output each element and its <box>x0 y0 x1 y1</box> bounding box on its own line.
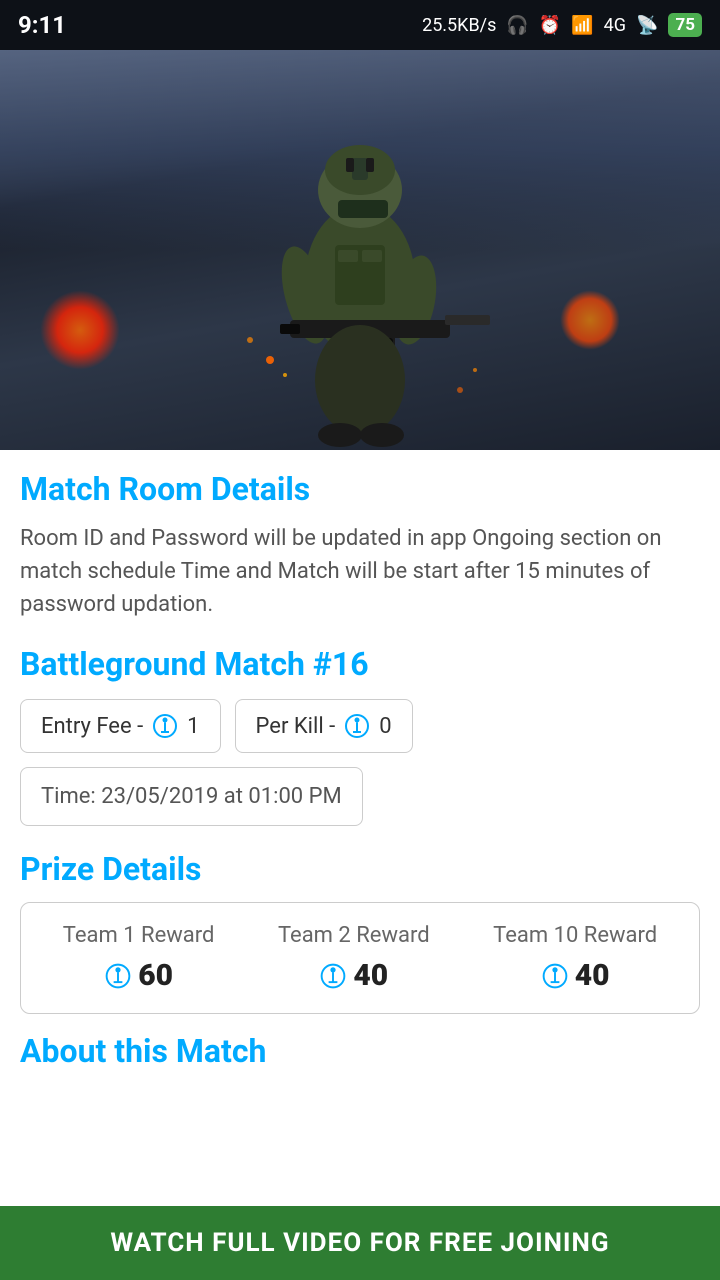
headphone-icon: 🎧 <box>506 15 528 36</box>
wifi-icon: 📡 <box>636 15 658 36</box>
per-kill-value: 0 <box>379 714 391 739</box>
match-room-title: Match Room Details <box>20 470 700 508</box>
hero-banner <box>0 50 720 450</box>
entry-fee-label: Entry Fee - <box>41 714 143 739</box>
team1-reward-amount: 60 <box>104 958 173 993</box>
prize-details-section: Prize Details Team 1 Reward 60 <box>20 850 700 1014</box>
battleground-match-section: Battleground Match #16 Entry Fee - 1 Per… <box>20 645 700 850</box>
watch-video-cta[interactable]: WATCH FULL VIDEO FOR FREE JOINING <box>0 1206 720 1280</box>
match-title: Battleground Match #16 <box>20 645 700 683</box>
team10-reward-amount: 40 <box>541 958 610 993</box>
team10-reward-label: Team 10 Reward <box>493 923 657 948</box>
prize-col-team2: Team 2 Reward 40 <box>278 923 430 993</box>
prize-details-title: Prize Details <box>20 850 700 888</box>
alarm-icon: ⏰ <box>539 15 561 36</box>
prize-table: Team 1 Reward 60 Team 2 Reward <box>20 902 700 1014</box>
fire-effect-right <box>560 290 620 350</box>
status-right: 25.5KB/s 🎧 ⏰ 📶 4G 📡 75 <box>422 13 702 37</box>
room-info-description: Room ID and Password will be updated in … <box>20 522 700 621</box>
about-match-title: About this Match <box>20 1032 700 1070</box>
soldier-figure <box>190 80 530 450</box>
per-kill-coin-icon <box>343 712 371 740</box>
signal-icon: 📶 <box>571 15 593 36</box>
entry-fee-box: Entry Fee - 1 <box>20 699 221 753</box>
per-kill-label: Per Kill - <box>256 714 336 739</box>
status-time: 9:11 <box>18 11 66 39</box>
match-time-box: Time: 23/05/2019 at 01:00 PM <box>20 767 363 826</box>
team1-amount-value: 60 <box>138 958 173 993</box>
main-content: Match Room Details Room ID and Password … <box>0 450 720 1070</box>
match-room-section: Match Room Details Room ID and Password … <box>20 470 700 621</box>
team2-coin-icon <box>319 962 347 990</box>
team1-coin-icon <box>104 962 132 990</box>
per-kill-box: Per Kill - 0 <box>235 699 413 753</box>
team10-coin-icon <box>541 962 569 990</box>
network-speed: 25.5KB/s <box>422 15 496 36</box>
battery-indicator: 75 <box>668 13 702 37</box>
team2-reward-label: Team 2 Reward <box>278 923 430 948</box>
network-type: 4G <box>604 15 626 36</box>
team2-amount-value: 40 <box>353 958 388 993</box>
prize-col-team10: Team 10 Reward 40 <box>493 923 657 993</box>
prize-col-team1: Team 1 Reward 60 <box>63 923 215 993</box>
about-match-section: About this Match <box>20 1032 700 1070</box>
status-bar: 9:11 25.5KB/s 🎧 ⏰ 📶 4G 📡 75 <box>0 0 720 50</box>
cta-label: WATCH FULL VIDEO FOR FREE JOINING <box>110 1228 609 1258</box>
team10-amount-value: 40 <box>575 958 610 993</box>
entry-fee-value: 1 <box>187 714 199 739</box>
team2-reward-amount: 40 <box>319 958 388 993</box>
entry-fee-coin-icon <box>151 712 179 740</box>
fire-effect-left <box>40 290 120 370</box>
match-meta-row: Entry Fee - 1 Per Kill - <box>20 699 700 753</box>
team1-reward-label: Team 1 Reward <box>63 923 215 948</box>
time-label: Time: <box>41 784 96 809</box>
time-value: 23/05/2019 at 01:00 PM <box>101 784 341 809</box>
